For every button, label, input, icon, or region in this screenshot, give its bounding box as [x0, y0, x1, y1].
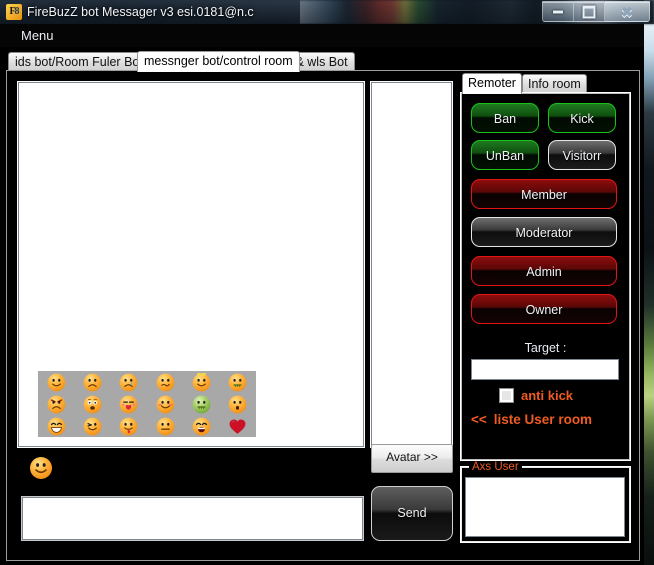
liste-user-room-label: liste User room — [493, 412, 593, 427]
app-window-root: F8 FireBuzZ bot Messager v3 esi.0181@n.c… — [0, 0, 654, 565]
target-label: Target : — [524, 341, 567, 355]
emoji-confused-icon[interactable] — [156, 373, 175, 392]
maximize-button[interactable] — [574, 1, 605, 22]
app-icon: F8 — [6, 4, 22, 20]
target-input[interactable] — [471, 359, 619, 380]
tab-messnger-bot-control-room[interactable]: messnger bot/control room — [137, 51, 300, 72]
emoji-wink-icon[interactable] — [83, 417, 102, 436]
tab-content-panel: Avatar >> Send Remoter Info room Ban Kic… — [6, 70, 640, 561]
anti-kick-checkbox[interactable] — [499, 388, 514, 403]
emoji-neutral-icon[interactable] — [156, 417, 175, 436]
liste-arrows-icon: << — [471, 412, 487, 427]
emoji-scream-icon[interactable] — [192, 417, 211, 436]
menu-bar: Menu — [0, 24, 644, 47]
desktop-right-strip — [644, 0, 654, 565]
visitor-button[interactable]: Visitorr — [548, 140, 616, 170]
minimize-button[interactable] — [542, 1, 574, 22]
emoji-kiss-icon[interactable] — [119, 395, 138, 414]
emoji-cry-icon[interactable] — [119, 373, 138, 392]
owner-button[interactable]: Owner — [471, 294, 617, 324]
anti-kick-row[interactable]: anti kick — [499, 388, 573, 403]
emoji-shocked-icon[interactable] — [83, 395, 102, 414]
emoji-surprised-icon[interactable] — [228, 395, 247, 414]
tab-remoter[interactable]: Remoter — [462, 73, 522, 94]
anti-kick-label: anti kick — [521, 388, 574, 403]
moderator-button[interactable]: Moderator — [471, 217, 617, 247]
emoji-blush-icon[interactable] — [156, 395, 175, 414]
window-title: FireBuzZ bot Messager v3 esi.0181@n.c — [27, 5, 254, 19]
emoji-angry-icon[interactable] — [47, 395, 66, 414]
axs-user-list[interactable] — [465, 477, 625, 537]
chat-input-field[interactable] — [22, 497, 363, 540]
liste-user-room-link[interactable]: << liste User room — [471, 412, 621, 427]
unban-button[interactable]: UnBan — [471, 140, 539, 170]
client-area: Menu ids bot/Room Fuler Bot messnger bot… — [0, 24, 644, 565]
admin-button[interactable]: Admin — [471, 256, 617, 286]
kick-button[interactable]: Kick — [548, 103, 616, 133]
close-button[interactable]: ✖ — [605, 1, 650, 22]
emoji-tongue-icon[interactable] — [119, 417, 138, 436]
emoji-smile-icon[interactable] — [47, 373, 66, 392]
axs-user-group-label: Axs User — [469, 461, 522, 473]
remoter-panel: Ban Kick UnBan Visitorr Member Moderator… — [461, 93, 630, 460]
smiley-icon[interactable] — [29, 456, 53, 480]
emoji-sick-icon[interactable] — [228, 373, 247, 392]
avatar-button[interactable]: Avatar >> — [371, 444, 453, 473]
emoji-heart-icon[interactable] — [228, 417, 247, 436]
window-controls: ✖ — [542, 1, 650, 22]
tab-info-room[interactable]: Info room — [522, 74, 587, 94]
emoji-laugh-icon[interactable] — [47, 417, 66, 436]
title-bar: F8 FireBuzZ bot Messager v3 esi.0181@n.c… — [0, 0, 654, 24]
send-button[interactable]: Send — [371, 486, 453, 541]
emoji-sad-icon[interactable] — [83, 373, 102, 392]
emoji-palette[interactable] — [38, 371, 256, 437]
emoji-angel-icon[interactable] — [192, 372, 211, 392]
emoji-sick-green-icon[interactable] — [192, 395, 211, 414]
ban-button[interactable]: Ban — [471, 103, 539, 133]
room-user-list[interactable] — [371, 82, 452, 447]
tab-ids-bot-room-fuler-bot[interactable]: ids bot/Room Fuler Bot — [8, 52, 150, 72]
menu-item-menu[interactable]: Menu — [17, 27, 58, 44]
member-button[interactable]: Member — [471, 179, 617, 209]
